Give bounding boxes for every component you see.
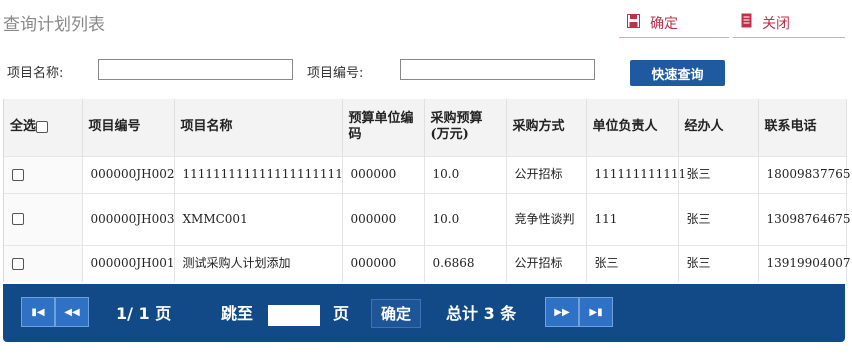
confirm-label: 确定 [650, 15, 678, 32]
table-row[interactable]: 000000JH003 XMMC001 000000 10.0 竞争性谈判 11… [4, 192, 850, 245]
page-title: 查询计划列表 [3, 15, 105, 35]
row-checkbox[interactable] [12, 213, 24, 225]
table-cell: 000000JH003 [82, 192, 175, 245]
col-header: 采购方式 [506, 99, 587, 156]
table-cell: 10.0 [424, 192, 507, 245]
next-page-button[interactable]: ▶▶ [545, 297, 579, 327]
table-cell: 18009837765 [758, 155, 850, 193]
row-select-cell[interactable] [4, 244, 83, 282]
project-name-input[interactable] [98, 59, 293, 80]
table-cell: 10.0 [424, 155, 507, 193]
select-all-label: 全选 [10, 119, 37, 135]
table-cell: 竞争性谈判 [506, 192, 587, 245]
row-checkbox[interactable] [12, 257, 24, 270]
table-row[interactable]: 000000JH001 测试采购人计划添加 000000 0.6868 公开招标… [4, 244, 850, 282]
col-header: 单位负责人 [586, 99, 679, 156]
last-page-button[interactable]: ▶▮ [579, 297, 613, 327]
col-header: 联系电话 [758, 99, 847, 156]
table-cell: 000000JH002 [82, 155, 175, 193]
col-header: 项目编号 [82, 99, 175, 156]
first-page-icon: ▮◀ [31, 306, 45, 318]
row-checkbox[interactable] [12, 168, 24, 181]
jump-label: 跳至 [221, 304, 254, 323]
save-icon [627, 13, 640, 32]
first-page-button[interactable]: ▮◀ [21, 297, 55, 327]
table-cell: 张三 [678, 244, 759, 282]
last-page-icon: ▶▮ [589, 306, 603, 318]
jump-confirm-button[interactable]: 确定 [371, 299, 421, 328]
table-cell: 13098764675 [758, 192, 850, 245]
table-cell: 0.6868 [424, 244, 507, 282]
quick-search-button[interactable]: 快速查询 [630, 60, 725, 86]
table-cell: 张三 [678, 192, 759, 245]
table-cell: 111111111111111111111 [174, 155, 343, 193]
table-cell: 张三 [678, 155, 759, 193]
col-header: 预算单位编码 [342, 99, 425, 156]
table-cell: 公开招标 [506, 244, 587, 282]
row-select-cell[interactable] [4, 192, 83, 245]
close-button[interactable]: 关闭 [733, 8, 845, 38]
table-cell: 公开招标 [506, 155, 587, 193]
select-all-checkbox[interactable] [36, 120, 49, 133]
table-row[interactable]: 000000JH002 111111111111111111111 000000… [4, 155, 850, 193]
col-header: 项目名称 [174, 99, 343, 156]
table-cell: 111 [586, 192, 679, 245]
row-select-cell[interactable] [4, 155, 83, 193]
project-code-label: 项目编号: [307, 66, 364, 81]
table-cell: 000000 [342, 192, 425, 245]
next-page-icon: ▶▶ [554, 306, 570, 318]
table-cell: 000000JH001 [82, 244, 175, 282]
table-cell: 测试采购人计划添加 [174, 244, 343, 282]
document-icon [741, 13, 752, 32]
table-header-row: 全选 项目编号 项目名称 预算单位编码 采购预算(万元) 采购方式 单位负责人 … [4, 99, 847, 156]
page-unit: 页 [333, 304, 350, 323]
project-name-label: 项目名称: [7, 66, 64, 81]
search-row: 项目名称: 项目编号: 快速查询 [0, 56, 852, 90]
jump-page-input[interactable] [268, 305, 320, 326]
table-cell: 13919904007 [758, 244, 850, 282]
plan-table: 全选 项目编号 项目名称 预算单位编码 采购预算(万元) 采购方式 单位负责人 … [3, 99, 850, 282]
select-all-header[interactable]: 全选 [4, 99, 83, 156]
col-header: 采购预算(万元) [424, 99, 507, 156]
total-count: 总计 3 条 [446, 304, 517, 323]
table-cell: 000000 [342, 244, 425, 282]
page-info: 1/ 1 页 [116, 304, 172, 323]
close-label: 关闭 [762, 15, 790, 32]
prev-page-icon: ◀◀ [64, 306, 80, 318]
table-cell: 111111111111 [586, 155, 686, 193]
project-code-input[interactable] [400, 59, 595, 80]
col-header: 经办人 [678, 99, 759, 156]
confirm-button[interactable]: 确定 [619, 8, 729, 38]
top-bar: 查询计划列表 确定 关闭 [0, 0, 852, 43]
table-cell: 张三 [586, 244, 679, 282]
table-cell: 000000 [342, 155, 425, 193]
prev-page-button[interactable]: ◀◀ [55, 297, 89, 327]
table-cell: XMMC001 [174, 192, 343, 245]
pagination-bar: ▮◀ ◀◀ 1/ 1 页 跳至 页 确定 总计 3 条 ▶▶ ▶▮ [3, 284, 845, 342]
